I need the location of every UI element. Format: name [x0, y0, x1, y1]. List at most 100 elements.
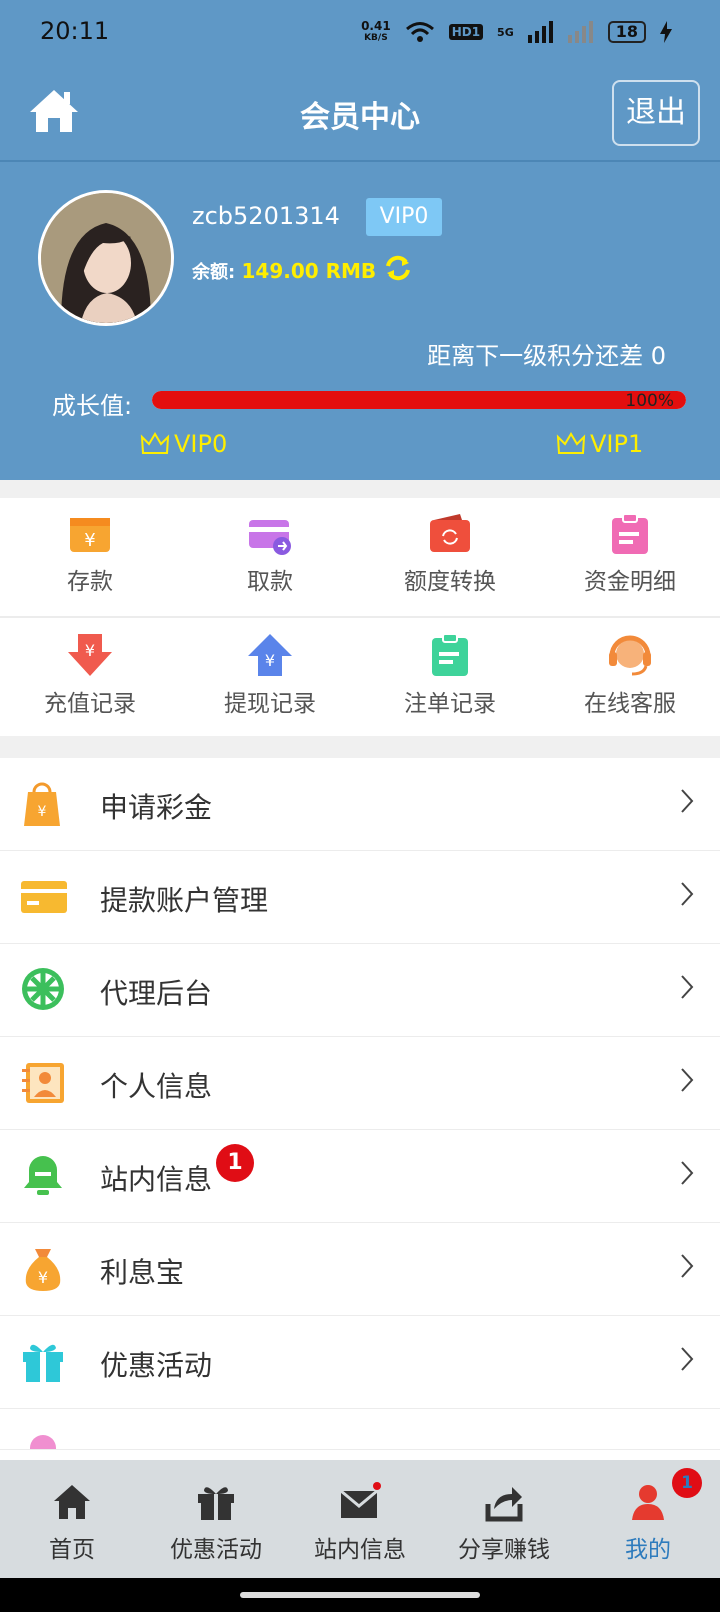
svg-text:¥: ¥: [85, 641, 95, 660]
bottom-tab-bar: 首页 优惠活动 站内信息 分享赚钱 我的 1: [0, 1460, 720, 1578]
quick-action-withdraw-records[interactable]: ¥ 提现记录: [180, 618, 360, 736]
balance: 余额: 149.00 RMB: [192, 258, 376, 284]
home-icon: [54, 1485, 90, 1519]
refresh-icon[interactable]: [384, 254, 412, 282]
quick-action-recharge-records[interactable]: ¥ 充值记录: [0, 618, 180, 736]
order-clipboard-icon: [432, 633, 468, 676]
deposit-icon: ¥: [70, 518, 110, 552]
crown-icon: [556, 432, 586, 454]
menu-item-label: 站内信息: [100, 1163, 213, 1196]
tab-label: 分享赚钱: [458, 1537, 550, 1563]
headset-icon: [609, 635, 651, 676]
gift-icon: [198, 1487, 234, 1520]
current-level-label: VIP0: [174, 430, 228, 458]
svg-text:¥: ¥: [265, 651, 275, 670]
vip-badge: VIP0: [366, 198, 442, 236]
balance-value: 149.00 RMB: [241, 259, 377, 283]
menu-item-label: 利息宝: [100, 1256, 185, 1289]
home-gesture-handle[interactable]: [240, 1592, 480, 1598]
chevron-right-icon: [681, 789, 694, 813]
menu-item-partial[interactable]: [0, 1409, 720, 1450]
menu-item-label: 提款账户管理: [100, 884, 269, 917]
chevron-right-icon: [681, 1161, 694, 1185]
menu-item-agent-backend[interactable]: 代理后台: [0, 944, 720, 1037]
net-speed-unit: KB/S: [364, 33, 388, 43]
menu-item-label: 优惠活动: [100, 1349, 213, 1382]
quick-action-label: 资金明细: [584, 569, 676, 595]
bank-card-icon: [21, 881, 67, 913]
next-level-text: 距离下一级积分还差 0: [427, 342, 666, 370]
menu-item-apply-bonus[interactable]: ¥ 申请彩金: [0, 758, 720, 851]
quick-action-label: 注单记录: [404, 691, 496, 717]
avatar-image: [41, 193, 171, 323]
net-speed: 0.41 KB/S: [361, 20, 391, 44]
partial-icon: [30, 1435, 56, 1449]
crown-icon: [140, 432, 170, 454]
tab-share-earn[interactable]: 分享赚钱: [432, 1460, 576, 1578]
tab-label: 首页: [49, 1537, 95, 1563]
divider: [0, 480, 720, 498]
network-type: 5G: [497, 25, 514, 39]
quick-action-label: 存款: [67, 569, 113, 595]
quick-action-label: 在线客服: [584, 691, 676, 717]
quick-action-transfer[interactable]: 额度转换: [360, 498, 540, 616]
tab-messages[interactable]: 站内信息: [288, 1460, 432, 1578]
quick-action-online-service[interactable]: 在线客服: [540, 618, 720, 736]
app-header: 会员中心 退出: [0, 64, 720, 162]
signal-weak-icon: [567, 21, 593, 43]
quick-actions-row-1: ¥ 存款 取款 额度转换 资金明细: [0, 498, 720, 616]
tab-label: 优惠活动: [170, 1537, 262, 1563]
shopping-bag-icon: ¥: [24, 782, 60, 826]
menu-list: ¥ 申请彩金 提款账户管理 代理后台 个人信息 站内信息 1 ¥ 利息宝 优惠活…: [0, 758, 720, 1450]
chevron-right-icon: [681, 1068, 694, 1092]
current-level: VIP0: [140, 430, 227, 458]
quick-action-fund-details[interactable]: 资金明细: [540, 498, 720, 616]
quick-action-order-records[interactable]: 注单记录: [360, 618, 540, 736]
divider: [0, 736, 720, 758]
chevron-right-icon: [681, 975, 694, 999]
tab-home[interactable]: 首页: [0, 1460, 144, 1578]
unread-badge: 1: [216, 1144, 254, 1182]
quick-action-withdraw[interactable]: 取款: [180, 498, 360, 616]
tab-mine[interactable]: 我的 1: [576, 1460, 720, 1578]
hd-indicator: HD1: [448, 24, 484, 40]
share-icon: [485, 1487, 523, 1522]
menu-item-label: 代理后台: [100, 977, 213, 1010]
menu-item-site-messages[interactable]: 站内信息 1: [0, 1130, 720, 1223]
menu-item-interest-treasure[interactable]: ¥ 利息宝: [0, 1223, 720, 1316]
quick-action-label: 取款: [247, 569, 293, 595]
bell-icon: [24, 1156, 62, 1195]
contact-card-icon: [22, 1063, 64, 1103]
next-level: VIP1: [556, 430, 643, 458]
quick-action-label: 提现记录: [224, 691, 316, 717]
avatar[interactable]: [38, 190, 174, 326]
growth-progress-fill: [152, 391, 686, 409]
withdraw-arrow-icon: ¥: [248, 634, 292, 676]
battery-indicator: 18: [607, 21, 646, 43]
divider: [0, 616, 720, 618]
tab-label: 站内信息: [314, 1537, 406, 1563]
system-nav-bar: [0, 1578, 720, 1612]
quick-action-label: 额度转换: [404, 569, 496, 595]
chevron-right-icon: [681, 1347, 694, 1371]
wheel-icon: [22, 968, 64, 1010]
tab-promotions[interactable]: 优惠活动: [144, 1460, 288, 1578]
menu-item-withdraw-accounts[interactable]: 提款账户管理: [0, 851, 720, 944]
transfer-icon: [430, 514, 470, 552]
logout-button[interactable]: 退出: [612, 80, 700, 146]
net-speed-value: 0.41: [361, 19, 391, 33]
balance-label: 余额:: [192, 262, 236, 283]
chevron-right-icon: [681, 1254, 694, 1278]
menu-item-promotions[interactable]: 优惠活动: [0, 1316, 720, 1409]
status-icons: 0.41 KB/S HD1 5G 18: [361, 20, 672, 44]
quick-actions-row-2: ¥ 充值记录 ¥ 提现记录 注单记录 在线客服: [0, 618, 720, 736]
username: zcb5201314: [192, 202, 340, 230]
menu-item-personal-info[interactable]: 个人信息: [0, 1037, 720, 1130]
wifi-icon: [405, 22, 434, 42]
svg-text:¥: ¥: [84, 530, 95, 551]
recharge-arrow-icon: ¥: [68, 634, 112, 676]
quick-action-deposit[interactable]: ¥ 存款: [0, 498, 180, 616]
mail-icon: [340, 1482, 381, 1518]
next-level-label: VIP1: [590, 430, 644, 458]
withdraw-card-icon: [249, 520, 291, 555]
